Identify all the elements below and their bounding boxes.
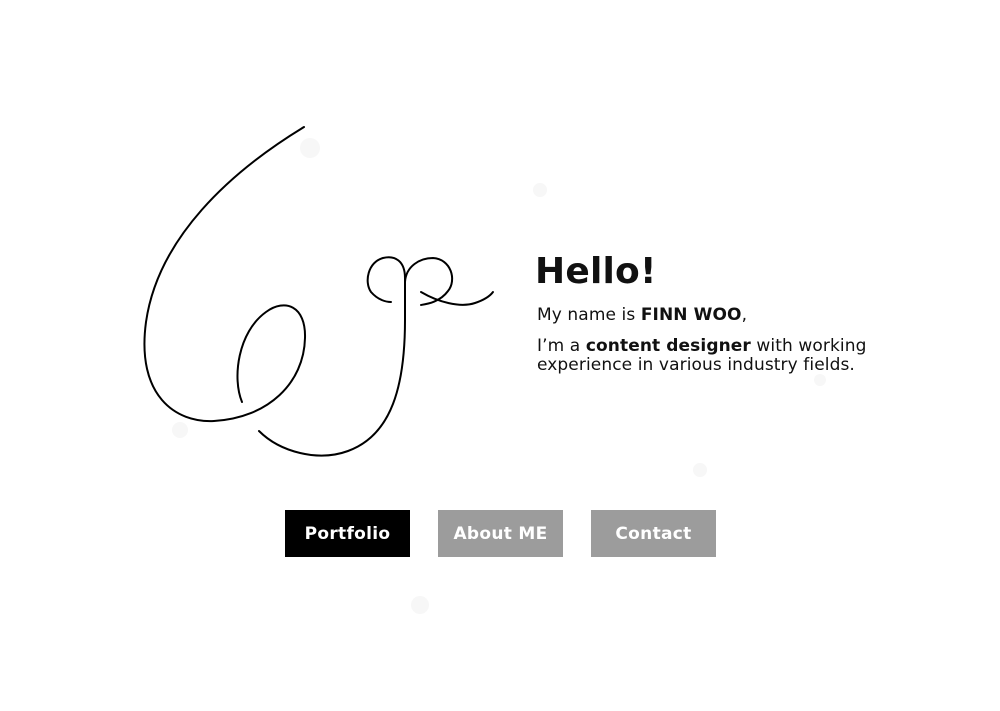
intro-block: Hello! My name is FINN WOO, I’m a conten… [535,250,895,375]
main-nav: Portfolio About ME Contact [285,510,717,557]
portfolio-button[interactable]: Portfolio [285,510,410,557]
name-prefix: My name is [537,305,641,325]
page: Hello! My name is FINN WOO, I’m a conten… [0,0,1000,711]
person-name: FINN WOO [640,305,742,325]
contact-button[interactable]: Contact [591,510,716,557]
role-line: I’m a content designer with working expe… [537,337,877,375]
role-title: content designer [585,336,751,356]
name-suffix: , [741,305,748,325]
name-line: My name is FINN WOO, [537,304,895,326]
role-prefix: I’m a [537,336,586,356]
greeting-heading: Hello! [535,251,657,292]
about-button[interactable]: About ME [438,510,563,557]
